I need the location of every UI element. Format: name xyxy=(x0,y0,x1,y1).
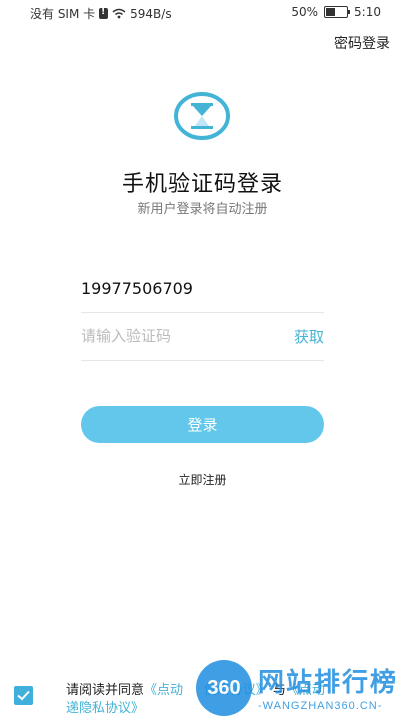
agreement-prefix: 请阅读并同意 xyxy=(66,683,145,698)
watermark-badge: 360 xyxy=(196,660,252,716)
privacy-agreement-link[interactable]: 递隐私协议》 xyxy=(66,701,144,716)
get-code-button[interactable]: 获取 xyxy=(294,326,324,347)
login-button[interactable]: 登录 xyxy=(81,406,324,443)
network-speed: 594B/s xyxy=(130,6,172,21)
carrier-text: 没有 SIM 卡 xyxy=(30,7,96,21)
sim-alert-icon xyxy=(99,7,109,19)
hourglass-logo-icon xyxy=(174,92,230,140)
watermark-subtitle: -WANGZHAN360.CN- xyxy=(258,700,383,712)
phone-input[interactable] xyxy=(81,278,281,298)
register-link[interactable]: 立即注册 xyxy=(0,471,405,488)
password-login-link[interactable]: 密码登录 xyxy=(334,33,390,53)
checkmark-icon xyxy=(17,690,30,701)
phone-field-row xyxy=(81,264,324,313)
status-right: 50% 5:10 xyxy=(291,5,381,19)
watermark-title: 网站排行榜 xyxy=(258,668,399,698)
agreement-checkbox[interactable] xyxy=(14,686,33,705)
watermark: 360 网站排行榜 -WANGZHAN360.CN- xyxy=(196,648,405,720)
page-subtitle: 新用户登录将自动注册 xyxy=(137,202,268,217)
verification-code-input[interactable] xyxy=(81,327,261,345)
status-bar: 没有 SIM 卡 594B/s 50% 5:10 xyxy=(0,0,405,24)
user-agreement-link[interactable]: 《点动 xyxy=(144,683,183,698)
code-field-row: 获取 xyxy=(81,312,324,361)
status-left: 没有 SIM 卡 594B/s xyxy=(30,5,172,22)
battery-percent: 50% xyxy=(291,5,319,19)
battery-icon xyxy=(324,6,351,18)
page-title: 手机验证码登录 xyxy=(121,172,283,197)
clock: 5:10 xyxy=(354,5,381,19)
wifi-icon xyxy=(112,8,126,19)
